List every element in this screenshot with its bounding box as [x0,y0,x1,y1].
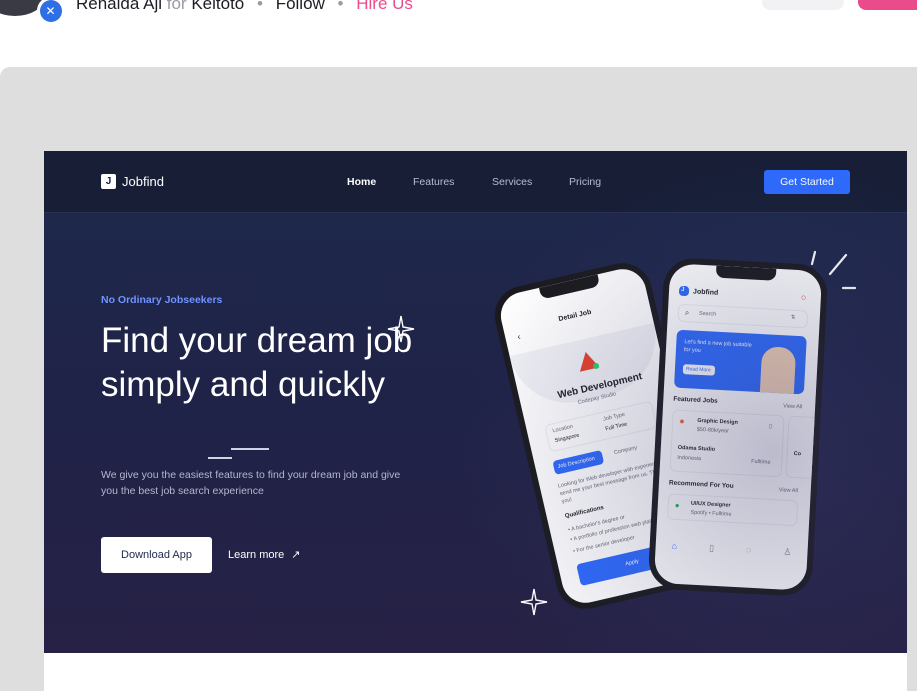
rec-job-title: UI/UX Designer [690,500,731,509]
phone-screen: ‹ Detail Job Web Development Codepay Stu… [496,264,712,608]
logo-mark-icon: J [101,174,116,189]
person-illustration [759,346,797,394]
follow-link[interactable]: Follow [276,0,325,13]
job-meta-card: Location Singapore Job Type Full Time [544,400,658,453]
sparkle-icon [387,315,415,343]
bottom-tab-bar: ⌂ ▯ ◌ ♙ [655,533,808,565]
team-link[interactable]: Keitoto [191,0,244,13]
search-placeholder: Search [698,310,717,318]
job-card-location: Indonesia [677,454,702,463]
nav-features[interactable]: Features [413,176,454,188]
location-value: Singapore [554,432,581,445]
recommend-title: Recommend For You [668,479,734,490]
rec-job-sub: Spotify • Fulltime [690,509,732,518]
byline: Renalda Aji for Keitoto • Follow • Hire … [76,0,413,14]
job-card-salary: $50-80k/year [696,426,730,435]
phone-screen: J Jobfind ○ ⌕ Search ⇅ Let's find a new … [653,263,823,591]
featured-job-card[interactable]: Co [785,415,819,480]
job-title: Web Development [556,371,644,402]
phone-home: J Jobfind ○ ⌕ Search ⇅ Let's find a new … [647,256,829,598]
apply-button[interactable]: Apply [576,539,691,586]
landing-page-mock: J Jobfind Home Features Services Pricing… [44,151,907,653]
job-card-title: Graphic Design [697,417,739,426]
byline-for: for [166,0,187,13]
back-chevron-icon[interactable]: ‹ [516,331,521,341]
home-tab-icon[interactable]: ⌂ [671,541,677,551]
secondary-action-button[interactable] [762,0,844,10]
app-brand: Jobfind [692,288,719,297]
hero-headline: Find your dream job simply and quickly [101,321,413,404]
headline-underline [231,448,269,450]
author-link[interactable]: Renalda Aji [76,0,162,13]
spotify-icon: ● [674,500,680,511]
pro-badge: ✕ [37,0,64,24]
promo-banner: Let's find a new job suitable for you Re… [673,329,807,395]
view-all-link[interactable]: View All [783,403,802,410]
featured-jobs-title: Featured Jobs [673,395,718,405]
learn-more-link[interactable]: Learn more ↗ [228,548,301,562]
tab-job-description[interactable]: Job Description [552,450,605,475]
learn-more-label: Learn more [228,548,285,561]
hire-us-link[interactable]: Hire Us [356,0,413,13]
qualifications-title: Qualifications [564,504,605,520]
job-description: Looking for Web developer with experienc… [557,459,666,506]
nav-services[interactable]: Services [492,176,532,188]
badge-icon: ✕ [39,0,62,22]
job-card-company: Co [793,450,802,458]
arrow-up-right-icon: ↗ [291,549,301,561]
separator-dot: • [337,0,344,13]
search-icon: ⌕ [684,308,690,318]
burst-lines-icon [810,250,857,290]
shot-header: ✕ Renalda Aji for Keitoto • Follow • Hir… [0,0,917,67]
app-logo-icon: J [678,285,690,297]
bookmark-icon[interactable]: ▯ [769,424,772,430]
phone-notch [715,265,777,281]
profile-tab-icon[interactable]: ♙ [783,546,792,557]
detail-title: Detail Job [557,308,593,324]
job-card-company: Odama Studio [677,444,716,453]
qualification-item: • A bachelor's degree or [567,514,626,534]
location-label: Location [551,423,574,435]
site-logo[interactable]: J Jobfind [101,174,164,189]
logo-text: Jobfind [122,174,164,189]
qualification-item: • For the senior developer [572,534,636,555]
tab-company[interactable]: Company [613,445,637,456]
primary-action-button[interactable] [858,0,917,10]
headline-underline-short [208,457,232,459]
phone-notch [539,274,601,300]
type-label: Job Type [602,411,626,423]
read-more-button[interactable]: Read More [682,364,716,376]
site-below-fold [44,653,907,693]
recommend-job-card[interactable]: ● UI/UX Designer Spotify • Fulltime [667,493,799,527]
get-started-button[interactable]: Get Started [764,170,850,194]
chat-tab-icon[interactable]: ◌ [746,545,752,555]
nav-home[interactable]: Home [347,176,376,188]
bookmark-tab-icon[interactable]: ▯ [709,542,714,553]
nav-pricing[interactable]: Pricing [569,176,601,188]
search-input[interactable]: ⌕ Search ⇅ [677,303,809,329]
sparkle-icon [520,588,548,616]
type-value: Full Time [604,421,628,433]
hero-subtext: We give you the easiest features to find… [101,469,401,497]
header-backdrop [509,322,668,415]
qualification-item: • A portfolio of profession web platform… [569,515,666,544]
company-name: Codepay Studio [577,391,617,406]
company-logo-icon [579,351,600,372]
phone-detail-job: ‹ Detail Job Web Development Codepay Stu… [488,257,720,615]
fire-icon: ● [678,415,685,427]
bell-icon[interactable]: ○ [801,292,807,302]
filter-icon[interactable]: ⇅ [791,315,796,321]
site-nav: J Jobfind Home Features Services Pricing… [44,151,907,213]
banner-text: Let's find a new job suitable for you [683,339,752,354]
download-app-button[interactable]: Download App [101,537,212,573]
separator-dot: • [257,0,263,13]
view-all-link[interactable]: View All [779,487,798,494]
hero-eyebrow: No Ordinary Jobseekers [101,294,223,306]
featured-job-card[interactable]: ● Graphic Design $50-80k/year ▯ Odama St… [669,409,785,478]
job-card-type: Fulltime [751,458,771,466]
